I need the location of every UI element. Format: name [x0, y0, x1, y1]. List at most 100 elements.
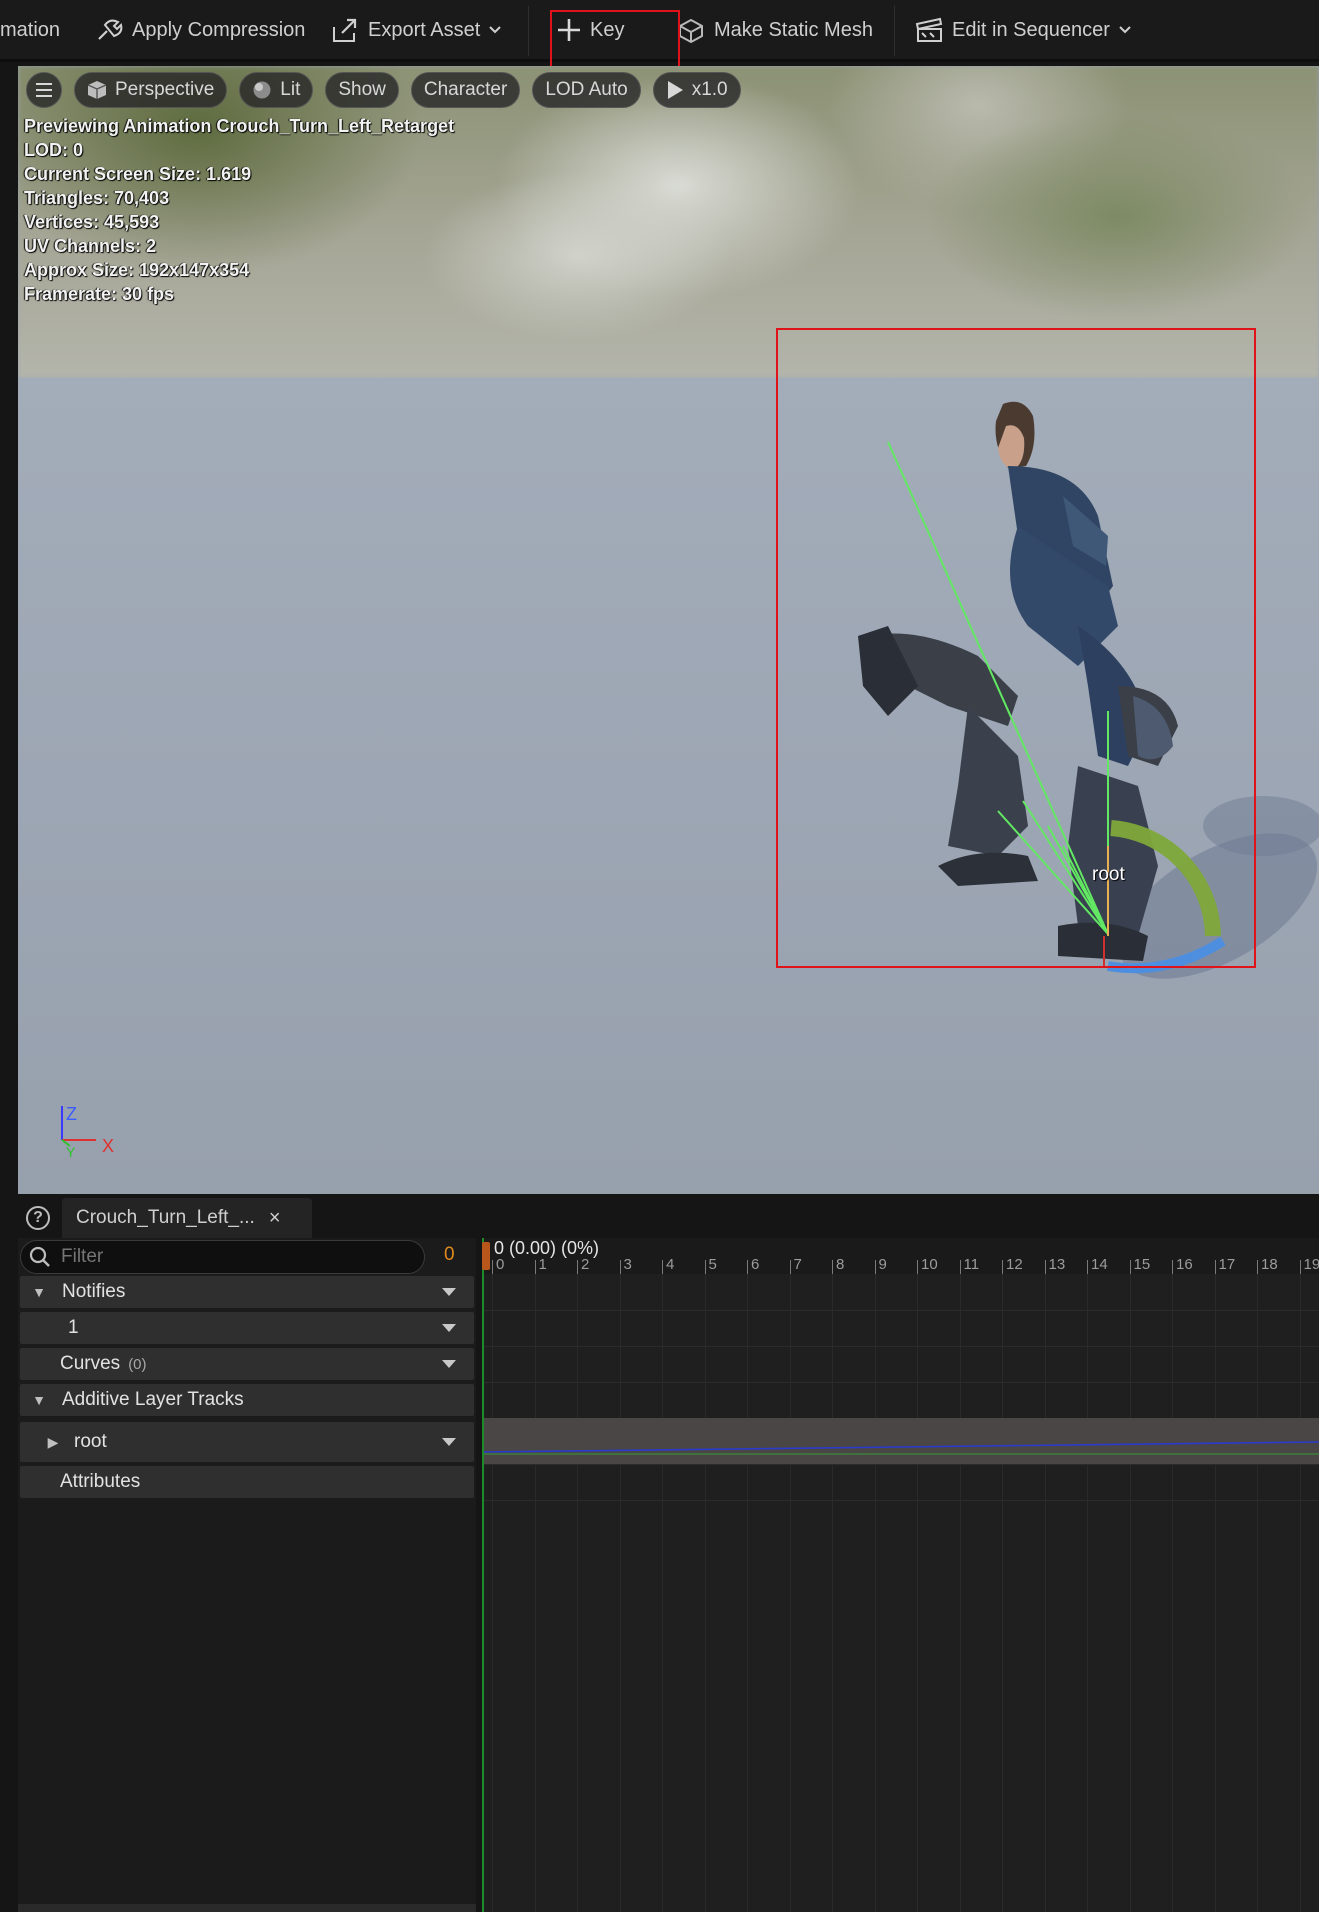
viewport-stats: Previewing Animation Crouch_Turn_Left_Re…	[24, 114, 454, 306]
key-button[interactable]: Key	[556, 12, 624, 48]
character-label: Character	[423, 79, 508, 100]
stats-screen-size-line: Current Screen Size: 1.619	[24, 164, 252, 184]
timeline-tick	[874, 1260, 876, 1274]
timeline-tick	[1044, 1260, 1046, 1274]
track-attributes-label: Attributes	[60, 1471, 141, 1492]
axis-x-label: X	[102, 1136, 115, 1156]
compression-icon	[98, 19, 123, 40]
timeline-tick	[1299, 1260, 1301, 1274]
timeline-tick-label: 4	[666, 1256, 675, 1273]
lit-button[interactable]: Lit	[239, 72, 314, 108]
axis-y-label: Y	[66, 1144, 76, 1160]
filter-input[interactable]	[61, 1246, 401, 1268]
make-static-mesh-button[interactable]: Make Static Mesh	[676, 12, 873, 48]
character-button[interactable]: Character	[410, 72, 521, 108]
timeline-gridline	[1002, 1274, 1003, 1912]
dropdown-arrow-icon[interactable]	[442, 1288, 456, 1296]
stats-framerate-line: Framerate: 30 fps	[24, 284, 175, 304]
timeline-tick	[747, 1260, 748, 1274]
track-attributes[interactable]: Attributes	[20, 1466, 474, 1498]
plus-icon	[558, 19, 580, 41]
timeline-area[interactable]: 0 (0.00) (0%) 0 1 2 3 4 5 6 7 8 9 10 11 12 13 14 15 16 17…	[482, 1238, 1319, 1912]
timeline-row-divider	[482, 1382, 1319, 1383]
export-icon	[333, 18, 357, 42]
toolbar-animation-button[interactable]: mation	[0, 12, 60, 48]
viewport-menu-button[interactable]	[26, 72, 62, 108]
timeline-tick-label: 0	[496, 1256, 505, 1273]
timeline-tick-label: 15	[1133, 1256, 1151, 1273]
stats-preview-line: Previewing Animation Crouch_Turn_Left_Re…	[24, 116, 455, 136]
timeline-tick	[917, 1260, 918, 1274]
anim-sequence-tab[interactable]: Crouch_Turn_Left_... ×	[62, 1198, 312, 1238]
dropdown-arrow-icon[interactable]	[442, 1324, 456, 1332]
chevron-down-icon	[1119, 26, 1131, 34]
track-root[interactable]: ▶ root	[20, 1422, 474, 1462]
track-curves-label: Curves	[60, 1353, 121, 1374]
collapse-arrow-icon[interactable]: ▼	[30, 1392, 48, 1408]
timeline-gridline	[492, 1274, 493, 1912]
lod-label: LOD Auto	[545, 79, 628, 100]
track-notify-1[interactable]: 1	[20, 1312, 474, 1344]
anim-panel-tabbar: ? Crouch_Turn_Left_... ×	[18, 1194, 1319, 1238]
playhead-handle[interactable]	[482, 1242, 490, 1270]
timeline-gridline	[1044, 1274, 1046, 1912]
timeline-tick-label: 2	[581, 1256, 590, 1273]
stats-uv-line: UV Channels: 2	[24, 236, 157, 256]
timeline-tick-label: 5	[708, 1256, 717, 1273]
perspective-label: Perspective	[115, 79, 215, 100]
timeline-gridline	[874, 1274, 876, 1912]
show-label: Show	[338, 79, 386, 100]
anim-sequence-tab-label: Crouch_Turn_Left_...	[76, 1207, 255, 1228]
timeline-ruler[interactable]: 0 (0.00) (0%) 0 1 2 3 4 5 6 7 8 9 10 11 12 13 14 15 16 17…	[482, 1238, 1319, 1274]
filter-field[interactable]	[20, 1240, 425, 1274]
timeline-tick	[577, 1260, 578, 1274]
main-toolbar: mation Apply Compression Export Asset Ke…	[0, 0, 1319, 76]
track-list-scrollbar[interactable]	[18, 1904, 476, 1912]
show-button[interactable]: Show	[325, 72, 399, 108]
timeline-tick	[619, 1260, 621, 1274]
timeline-gridline	[1299, 1274, 1301, 1912]
timeline-tick-label: 13	[1048, 1256, 1066, 1273]
timeline-tick	[492, 1260, 493, 1274]
timeline-gridline	[789, 1274, 791, 1912]
playback-speed-button[interactable]: x1.0	[652, 72, 741, 108]
preview-viewport[interactable]: root Perspective Lit Show Character LOD …	[18, 66, 1319, 1194]
track-root-label: root	[74, 1431, 107, 1452]
cube-icon	[87, 81, 107, 99]
playback-speed-label: x1.0	[691, 79, 728, 100]
lod-button[interactable]: LOD Auto	[532, 72, 641, 108]
help-icon[interactable]: ?	[26, 1206, 50, 1230]
current-frame-value: 0	[444, 1244, 455, 1265]
static-mesh-icon	[679, 18, 703, 44]
track-notifies[interactable]: ▼ Notifies	[20, 1276, 474, 1308]
viewport-toolbar: Perspective Lit Show Character LOD Auto …	[26, 72, 741, 108]
collapse-arrow-icon[interactable]: ▼	[30, 1284, 48, 1300]
toolbar-separator	[894, 6, 895, 56]
expand-arrow-icon[interactable]: ▶	[44, 1434, 62, 1451]
apply-compression-button[interactable]: Apply Compression	[94, 12, 305, 48]
track-additive-layer[interactable]: ▼ Additive Layer Tracks	[20, 1384, 474, 1416]
track-notify-1-label: 1	[68, 1317, 79, 1338]
timeline-gridline	[1257, 1274, 1258, 1912]
track-curves[interactable]: Curves (0)	[20, 1348, 474, 1380]
perspective-button[interactable]: Perspective	[74, 72, 228, 108]
timeline-tick	[662, 1260, 663, 1274]
left-dock-strip	[0, 66, 18, 1912]
close-icon[interactable]: ×	[269, 1207, 281, 1230]
timeline-tick-label: 10	[921, 1256, 938, 1273]
root-track-lane[interactable]	[482, 1418, 1319, 1464]
search-icon	[29, 1246, 50, 1267]
dropdown-arrow-icon[interactable]	[442, 1438, 456, 1446]
play-icon	[667, 81, 683, 99]
timeline-row-divider	[482, 1500, 1319, 1501]
make-static-mesh-label: Make Static Mesh	[714, 18, 873, 41]
sphere-icon	[253, 81, 271, 99]
dropdown-arrow-icon[interactable]	[442, 1360, 456, 1368]
edit-in-sequencer-button[interactable]: Edit in Sequencer	[914, 12, 1132, 48]
timeline-tick	[534, 1260, 536, 1274]
timeline-tick	[789, 1260, 791, 1274]
export-asset-button[interactable]: Export Asset	[330, 12, 502, 48]
timeline-tick-label: 6	[751, 1256, 760, 1273]
apply-compression-label: Apply Compression	[132, 18, 306, 41]
playhead[interactable]	[482, 1238, 484, 1912]
